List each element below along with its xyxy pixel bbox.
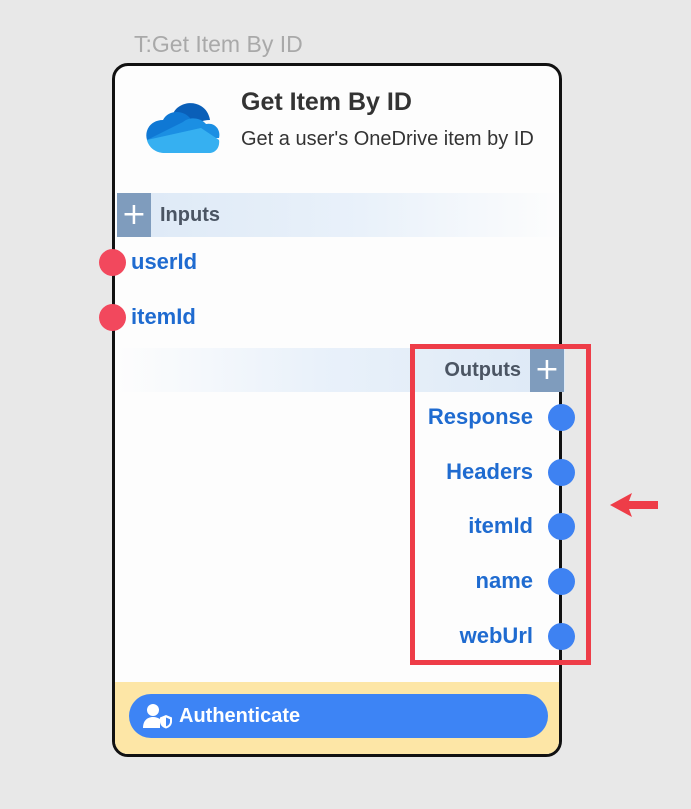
input-port-handle[interactable]: [99, 303, 126, 331]
input-port-handle[interactable]: [99, 248, 126, 276]
user-shield-icon: [143, 704, 172, 729]
node-description: Get a user's OneDrive item by ID: [241, 128, 534, 150]
input-port-row[interactable]: userId: [99, 247, 197, 277]
inputs-section-header: + Inputs: [117, 193, 563, 237]
authenticate-button[interactable]: Authenticate: [129, 694, 548, 738]
outputs-highlight-box: [410, 344, 591, 665]
onedrive-icon: [146, 103, 220, 153]
node-footer: Authenticate: [115, 682, 559, 754]
add-input-button[interactable]: +: [117, 193, 151, 237]
node-caption: T:Get Item By ID: [134, 31, 303, 57]
input-port-row[interactable]: itemId: [99, 302, 196, 332]
node-title: Get Item By ID: [241, 88, 412, 116]
left-arrow-icon: [610, 493, 658, 517]
inputs-label: Inputs: [160, 203, 220, 226]
authenticate-label: Authenticate: [179, 704, 301, 727]
input-port-label: itemId: [131, 304, 196, 329]
input-port-label: userId: [131, 249, 198, 274]
